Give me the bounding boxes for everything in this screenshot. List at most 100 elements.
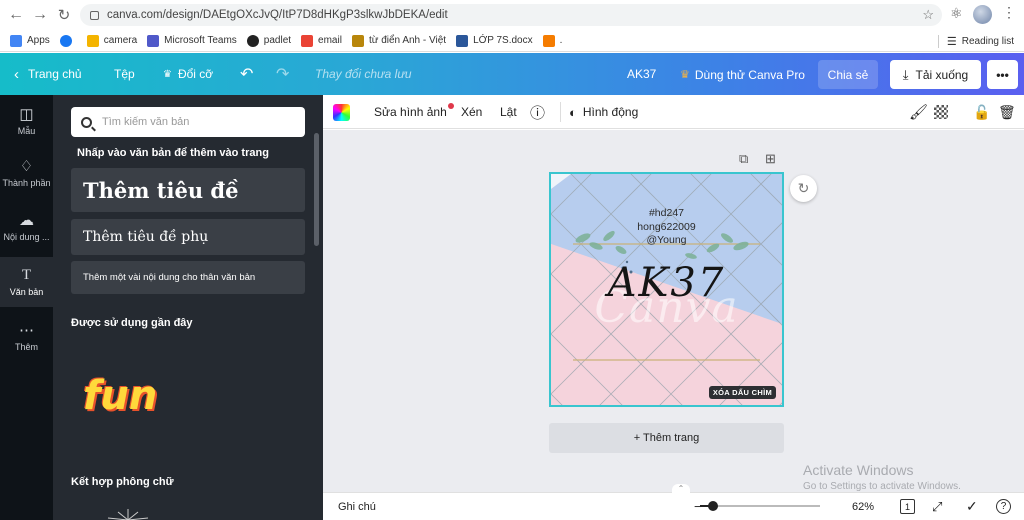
info-icon[interactable]: ⓘ bbox=[530, 95, 545, 129]
font-combos-heading: Kết hợp phông chữ bbox=[71, 476, 174, 488]
editor-bottombar: Ghi chú ⌃ − 62% 1 ⤢ ✓ ? bbox=[323, 484, 1024, 520]
search-icon bbox=[81, 116, 92, 128]
elements-icon: ♢ bbox=[19, 157, 34, 175]
edit-image-button[interactable]: Sửa hình ảnh bbox=[374, 95, 454, 129]
bookmark-teams[interactable]: Microsoft Teams bbox=[147, 34, 237, 47]
play-icon bbox=[542, 34, 555, 47]
add-page-button[interactable]: + Thêm trang bbox=[549, 423, 784, 453]
reading-list-icon: ☰ bbox=[946, 36, 957, 48]
rail-item-text[interactable]: T Văn bản bbox=[0, 257, 53, 307]
bookmark-word-doc[interactable]: LỚP 7S.docx bbox=[456, 34, 533, 47]
remove-watermark-badge[interactable]: XÓA DẤU CHÌM bbox=[708, 386, 776, 399]
fullscreen-icon[interactable]: ⤢ bbox=[932, 499, 942, 515]
more-options-button[interactable]: ••• bbox=[987, 60, 1018, 89]
page-count-button[interactable]: 1 bbox=[900, 499, 915, 514]
text-panel: Tìm kiếm văn bản Nhấp vào văn bản để thê… bbox=[53, 95, 323, 520]
add-heading-button[interactable]: Thêm tiêu đề bbox=[71, 168, 305, 212]
animate-button[interactable]: ◐ Hình động bbox=[569, 95, 638, 129]
design-page[interactable]: #hd247 hong622009 @Young Canva AK37 XÓA … bbox=[549, 172, 784, 407]
text-search-input[interactable]: Tìm kiếm văn bản bbox=[71, 107, 305, 137]
camera-icon bbox=[86, 34, 99, 47]
sunburst-graphic bbox=[107, 509, 149, 520]
home-button[interactable]: ‹ Trang chủ bbox=[14, 53, 82, 95]
extensions-icon[interactable]: ⚛ bbox=[950, 5, 963, 22]
teams-icon bbox=[147, 34, 160, 47]
avatar[interactable] bbox=[973, 5, 992, 24]
download-icon: ⤓ bbox=[902, 66, 909, 82]
upload-icon: ☁ bbox=[19, 211, 34, 229]
file-menu-button[interactable]: Tệp bbox=[114, 53, 135, 95]
notification-dot bbox=[447, 103, 454, 109]
transparency-icon[interactable] bbox=[934, 95, 948, 129]
recent-font-sample[interactable]: fun bbox=[83, 373, 157, 419]
design-title-text[interactable]: AK37 bbox=[551, 260, 782, 306]
download-button[interactable]: ⤓ Tải xuống bbox=[890, 60, 981, 89]
back-icon[interactable]: ← bbox=[4, 3, 28, 27]
zoom-slider-knob[interactable] bbox=[708, 501, 718, 511]
design-hashtag-text: #hd247 hong622009 @Young bbox=[551, 207, 782, 248]
try-canva-pro-button[interactable]: ♛ Dùng thử Canva Pro bbox=[676, 60, 809, 89]
add-page-icon[interactable]: ⊞ bbox=[765, 151, 776, 167]
save-status: Thay đổi chưa lưu bbox=[315, 67, 412, 81]
bookmark-camera[interactable]: camera bbox=[86, 34, 137, 47]
paint-roller-icon[interactable]: 🖌 bbox=[909, 95, 928, 129]
star-icon[interactable]: ☆ bbox=[922, 7, 934, 23]
bookmark-email[interactable]: email bbox=[301, 34, 342, 47]
crown-icon: ♛ bbox=[163, 68, 172, 80]
text-icon: T bbox=[21, 267, 32, 283]
facebook-icon bbox=[59, 34, 72, 47]
animate-icon: ◐ bbox=[569, 104, 577, 120]
help-icon[interactable]: ? bbox=[996, 499, 1011, 514]
bookmarks-bar: Apps camera Microsoft Teams padlet email… bbox=[0, 30, 1024, 52]
left-rail: ◫ Mẫu ♢ Thành phần ☁ Nội dung ... T Văn bản … bbox=[0, 95, 53, 520]
rotate-icon[interactable]: ↻ bbox=[790, 175, 817, 202]
apps-grid-icon bbox=[10, 34, 22, 47]
reading-list[interactable]: ☰ Reading list bbox=[937, 35, 1014, 48]
add-subheading-button[interactable]: Thêm tiêu đề phụ bbox=[71, 219, 305, 255]
lock-icon bbox=[90, 10, 99, 20]
editor-topbar: ‹ Trang chủ Tệp ♛ Đổi cỡ ↶ ↷ Thay đổi chưa… bbox=[0, 53, 1024, 95]
trash-icon[interactable]: 🗑 bbox=[998, 95, 1016, 129]
reload-icon[interactable]: ↻ bbox=[52, 3, 76, 27]
rail-item-elements[interactable]: ♢ Thành phần bbox=[0, 147, 53, 197]
color-picker-button[interactable] bbox=[333, 95, 350, 129]
url-text: canva.com/design/DAEtgOXcJvQ/ItP7D8dHKgP… bbox=[107, 9, 448, 21]
lock-icon[interactable]: 🔓 bbox=[973, 95, 990, 129]
bookmark-other[interactable]: . bbox=[542, 34, 562, 47]
panel-scrollbar[interactable] bbox=[314, 133, 319, 246]
editor-toolbar: Sửa hình ảnh Xén Lật ⓘ ◐ Hình động 🖌 🔓 🗑 bbox=[323, 95, 1024, 129]
browser-menu-icon[interactable]: ⋮ bbox=[1002, 4, 1016, 21]
color-swatch-icon bbox=[333, 103, 350, 121]
zoom-value[interactable]: 62% bbox=[852, 501, 874, 513]
address-bar[interactable]: canva.com/design/DAEtgOXcJvQ/ItP7D8dHKgP… bbox=[80, 4, 942, 26]
rail-item-more[interactable]: ⋯ Thêm bbox=[0, 311, 53, 361]
bookmark-dictionary[interactable]: từ điển Anh - Việt bbox=[351, 34, 446, 47]
padlet-icon bbox=[246, 34, 259, 47]
flip-button[interactable]: Lật bbox=[500, 95, 517, 129]
add-body-text-button[interactable]: Thêm một vài nội dung cho thân văn bản bbox=[71, 261, 305, 294]
template-icon: ◫ bbox=[19, 105, 34, 123]
forward-icon[interactable]: → bbox=[28, 3, 52, 27]
dictionary-icon bbox=[351, 34, 364, 47]
rail-item-uploads[interactable]: ☁ Nội dung ... bbox=[0, 201, 53, 251]
redo-icon[interactable]: ↷ bbox=[276, 53, 289, 95]
toolbar-divider bbox=[560, 102, 561, 122]
bookmark-facebook[interactable] bbox=[59, 34, 77, 47]
share-button[interactable]: Chia sẻ bbox=[818, 60, 878, 89]
crop-button[interactable]: Xén bbox=[461, 95, 482, 129]
zoom-slider[interactable] bbox=[700, 501, 820, 511]
design-line-2: hong622009 bbox=[637, 220, 696, 233]
panel-hint: Nhấp vào văn bản để thêm vào trang bbox=[77, 147, 269, 159]
expand-pages-button[interactable]: ⌃ bbox=[672, 484, 690, 494]
design-line-3: @Young bbox=[646, 234, 687, 246]
design-title[interactable]: AK37 bbox=[627, 53, 656, 95]
notes-button[interactable]: Ghi chú bbox=[338, 501, 376, 513]
undo-icon[interactable]: ↶ bbox=[240, 53, 253, 95]
duplicate-page-icon[interactable]: ⧉ bbox=[739, 151, 748, 167]
bookmark-apps[interactable]: Apps bbox=[10, 34, 50, 47]
check-circle-icon[interactable]: ✓ bbox=[966, 498, 978, 515]
resize-button[interactable]: ♛ Đổi cỡ bbox=[163, 53, 213, 95]
rail-item-templates[interactable]: ◫ Mẫu bbox=[0, 95, 53, 145]
crown-icon: ♛ bbox=[680, 69, 690, 81]
bookmark-padlet[interactable]: padlet bbox=[246, 34, 291, 47]
